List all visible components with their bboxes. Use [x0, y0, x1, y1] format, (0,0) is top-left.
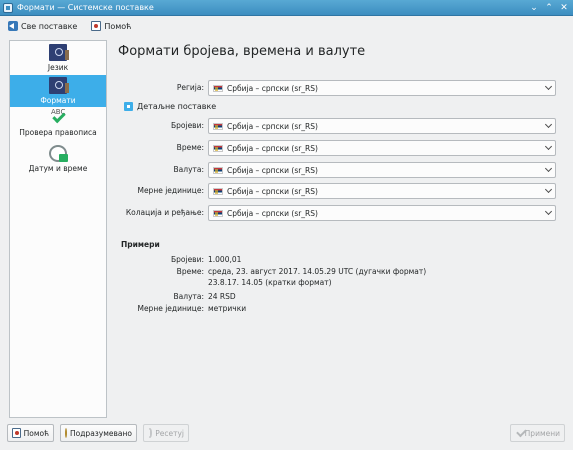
numbers-value: Србија – српски (sr_RS) — [227, 121, 318, 131]
chevron-down-icon — [541, 190, 555, 192]
units-value: Србија – српски (sr_RS) — [227, 186, 318, 196]
sidebar-item-label: Датум и време — [28, 164, 88, 173]
example-time-short: 23.8.17. 14.05 (кратки формат) — [208, 278, 332, 287]
apply-button-label: Примени — [524, 428, 560, 438]
minimize-icon[interactable]: ⌄ — [528, 2, 540, 14]
serbia-flag-icon — [213, 209, 223, 217]
units-label: Мерне јединице: — [137, 186, 204, 195]
collation-value: Србија – српски (sr_RS) — [227, 208, 318, 218]
reset-button[interactable]: Ресетуј — [143, 424, 189, 442]
app-icon — [3, 2, 13, 13]
numbers-label: Бројеви: — [170, 121, 204, 130]
currency-combo[interactable]: Србија – српски (sr_RS) — [208, 162, 556, 178]
help-icon — [12, 428, 21, 438]
defaults-button-label: Подразумевано — [70, 428, 132, 438]
sidebar: Језик Формати ABC Провера правописа Дату… — [9, 40, 107, 418]
detailed-settings-checkbox[interactable]: Детаљне поставке — [124, 102, 216, 111]
checkmark-icon — [515, 428, 522, 438]
maximize-icon[interactable]: ⌃ — [543, 2, 555, 14]
chevron-down-icon — [541, 212, 555, 214]
reset-button-label: Ресетуј — [155, 428, 184, 438]
toolbar: Све поставке Помоћ — [0, 16, 573, 36]
region-combo[interactable]: Србија – српски (sr_RS) — [208, 80, 556, 96]
chevron-down-icon — [541, 147, 555, 149]
chevron-down-icon — [541, 125, 555, 127]
numbers-combo[interactable]: Србија – српски (sr_RS) — [208, 118, 556, 134]
examples-heading: Примери — [121, 240, 160, 249]
time-label: Време: — [176, 143, 204, 152]
example-numbers-value: 1.000,01 — [208, 255, 242, 264]
help-button[interactable]: Помоћ — [7, 424, 54, 442]
sidebar-item-spellcheck[interactable]: ABC Провера правописа — [10, 108, 106, 141]
defaults-icon — [65, 428, 68, 438]
collation-combo[interactable]: Србија – српски (sr_RS) — [208, 205, 556, 221]
currency-label: Валута: — [173, 165, 204, 174]
sidebar-item-date-time[interactable]: Датум и време — [10, 145, 106, 177]
help-icon — [91, 21, 102, 31]
sidebar-item-language[interactable]: Језик — [10, 44, 106, 74]
units-combo[interactable]: Србија – српски (sr_RS) — [208, 183, 556, 199]
region-value: Србија – српски (sr_RS) — [227, 83, 318, 93]
example-time-long: среда, 23. август 2017. 14.05.29 UTC (ду… — [208, 267, 427, 276]
help-toolbar-label: Помоћ — [104, 21, 132, 31]
currency-value: Србија – српски (sr_RS) — [227, 165, 318, 175]
chevron-down-icon — [541, 87, 555, 89]
back-icon — [8, 21, 18, 31]
all-settings-label: Све поставке — [21, 21, 78, 31]
time-value: Србија – српски (sr_RS) — [227, 143, 318, 153]
defaults-button[interactable]: Подразумевано — [60, 424, 137, 442]
language-flag-icon — [49, 44, 69, 61]
serbia-flag-icon — [213, 144, 223, 152]
region-label: Регија: — [176, 83, 204, 92]
example-units-label: Мерне јединице: — [137, 304, 204, 313]
checkbox-checked-icon — [124, 102, 133, 111]
undo-icon — [148, 428, 153, 438]
sidebar-item-label: Провера правописа — [19, 128, 97, 137]
time-combo[interactable]: Србија – српски (sr_RS) — [208, 140, 556, 156]
chevron-down-icon — [541, 169, 555, 171]
example-numbers-label: Бројеви: — [170, 255, 204, 264]
example-units-value: метрички — [208, 304, 247, 313]
help-button-label: Помоћ — [23, 428, 49, 438]
all-settings-button[interactable]: Све поставке — [6, 18, 79, 34]
serbia-flag-icon — [213, 166, 223, 174]
page-title: Формати бројева, времена и валуте — [118, 44, 366, 59]
collation-label: Колација и ређање: — [125, 208, 204, 217]
example-time-label: Време: — [176, 267, 204, 276]
help-toolbar-button[interactable]: Помоћ — [89, 18, 133, 34]
sidebar-item-label: Језик — [47, 63, 69, 72]
close-icon[interactable]: ✕ — [558, 2, 570, 14]
clock-icon — [49, 145, 68, 162]
sidebar-item-label: Формати — [40, 96, 76, 105]
window-title: Формати — Системске поставке — [17, 3, 154, 12]
serbia-flag-icon — [213, 84, 223, 92]
formats-flag-icon — [49, 77, 69, 94]
serbia-flag-icon — [213, 187, 223, 195]
window-titlebar: Формати — Системске поставке ⌄ ⌃ ✕ — [0, 0, 573, 16]
example-currency-value: 24 RSD — [208, 292, 236, 301]
apply-button[interactable]: Примени — [510, 424, 565, 442]
spellcheck-icon: ABC — [49, 108, 67, 126]
serbia-flag-icon — [213, 122, 223, 130]
detailed-settings-label: Детаљне поставке — [137, 102, 217, 111]
example-currency-label: Валута: — [173, 292, 204, 301]
sidebar-item-formats[interactable]: Формати — [10, 75, 106, 107]
